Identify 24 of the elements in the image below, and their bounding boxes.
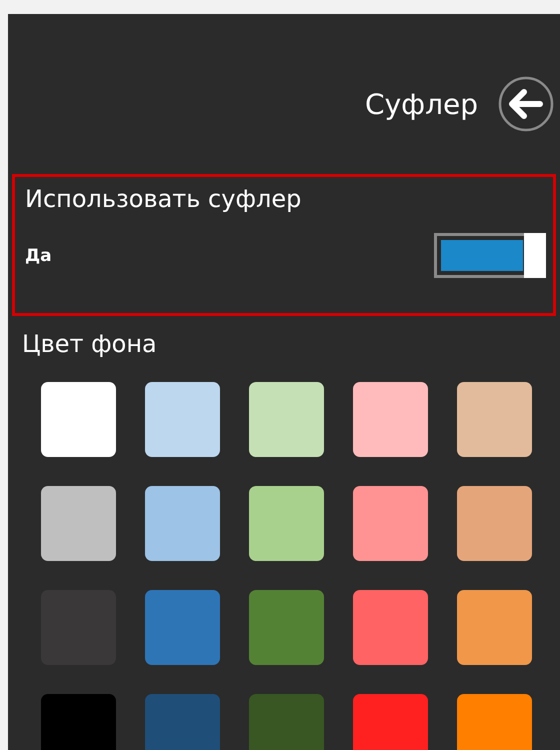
color-swatch[interactable] bbox=[353, 382, 428, 457]
color-swatch[interactable] bbox=[249, 590, 324, 665]
color-swatch[interactable] bbox=[457, 382, 532, 457]
color-swatch[interactable] bbox=[457, 590, 532, 665]
color-swatch[interactable] bbox=[145, 486, 220, 561]
color-swatch[interactable] bbox=[249, 382, 324, 457]
color-swatch[interactable] bbox=[145, 590, 220, 665]
setting-label: Использовать суфлер bbox=[25, 185, 302, 213]
color-swatch[interactable] bbox=[41, 694, 116, 750]
color-swatch[interactable] bbox=[41, 382, 116, 457]
color-swatch[interactable] bbox=[145, 382, 220, 457]
color-swatch[interactable] bbox=[353, 486, 428, 561]
setting-value: Да bbox=[25, 246, 52, 266]
color-swatch[interactable] bbox=[457, 486, 532, 561]
color-swatch[interactable] bbox=[457, 694, 532, 750]
color-swatch[interactable] bbox=[145, 694, 220, 750]
section-label: Цвет фона bbox=[22, 330, 158, 358]
toggle-switch[interactable] bbox=[434, 233, 546, 278]
color-swatch[interactable] bbox=[249, 486, 324, 561]
color-swatch[interactable] bbox=[353, 694, 428, 750]
color-swatch[interactable] bbox=[249, 694, 324, 750]
color-swatch[interactable] bbox=[41, 486, 116, 561]
panel-title: Суфлер bbox=[365, 88, 478, 120]
color-swatch[interactable] bbox=[353, 590, 428, 665]
